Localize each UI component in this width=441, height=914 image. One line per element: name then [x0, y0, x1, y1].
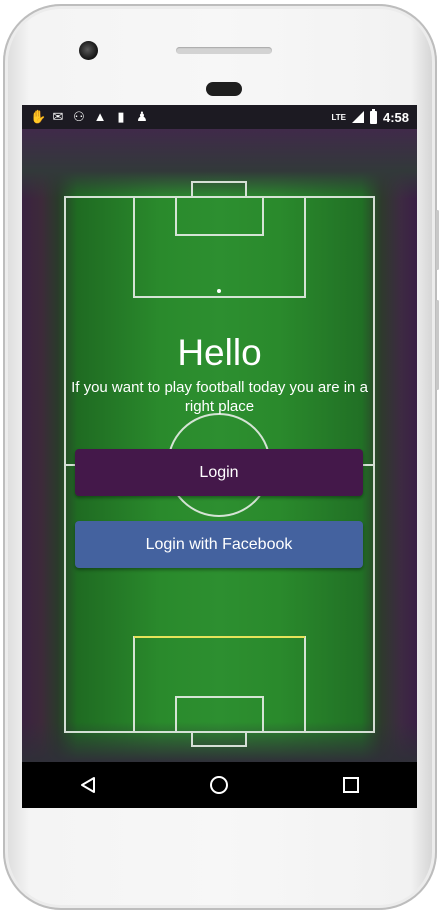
speaker-grille	[176, 47, 272, 54]
navigation-bar	[22, 762, 417, 808]
volume-button	[436, 300, 439, 390]
back-icon[interactable]	[68, 765, 108, 805]
login-button[interactable]: Login	[75, 449, 363, 496]
facebook-login-button[interactable]: Login with Facebook	[75, 521, 363, 568]
sd-card-icon: ▮	[117, 109, 125, 124]
screen: ✋ ✉ ⚇ ▲ ▮ ♟ LTE 4:58 Hello If you want t…	[22, 105, 417, 808]
signal-icon	[351, 111, 364, 123]
status-bar: ✋ ✉ ⚇ ▲ ▮ ♟ LTE 4:58	[22, 105, 417, 129]
login-content: Hello If you want to play football today…	[22, 129, 417, 762]
power-button	[436, 210, 439, 270]
arch-icon: ⚇	[73, 109, 85, 124]
person-icon: ♟	[136, 109, 148, 124]
network-type: LTE	[331, 112, 346, 122]
page-title: Hello	[177, 332, 262, 373]
gmail-icon: ✉	[52, 109, 64, 124]
battery-icon	[369, 108, 377, 124]
warning-icon: ▲	[93, 109, 107, 124]
hand-icon: ✋	[30, 109, 47, 124]
page-subtitle: If you want to play football today you a…	[71, 379, 368, 415]
earpiece	[206, 82, 242, 96]
home-icon[interactable]	[199, 765, 239, 805]
front-camera	[79, 41, 98, 60]
recents-icon[interactable]	[331, 765, 371, 805]
clock: 4:58	[382, 109, 409, 125]
